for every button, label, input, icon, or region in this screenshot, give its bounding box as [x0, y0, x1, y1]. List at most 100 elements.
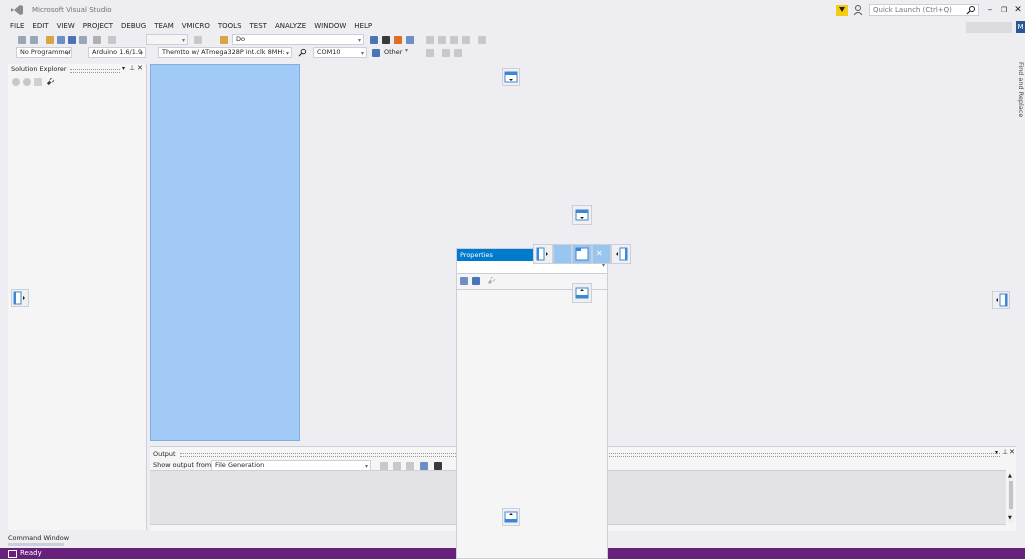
- notification-flag-icon[interactable]: [836, 5, 848, 16]
- dock-top-icon: [575, 209, 589, 221]
- class-view-icon[interactable]: [406, 36, 414, 44]
- compass-tab-right[interactable]: ✕: [592, 244, 611, 264]
- user-account-area[interactable]: [966, 22, 1012, 33]
- menu-view[interactable]: VIEW: [57, 21, 80, 32]
- compass-tab-left[interactable]: [553, 244, 572, 264]
- menu-file[interactable]: FILE: [10, 21, 29, 32]
- home-icon[interactable]: [34, 78, 42, 86]
- dock-right-icon: [616, 247, 628, 261]
- clear-all-icon[interactable]: [420, 462, 428, 470]
- menu-window[interactable]: WINDOW: [314, 21, 351, 32]
- properties-title-bar[interactable]: Properties: [457, 249, 535, 261]
- menu-edit[interactable]: EDIT: [32, 21, 53, 32]
- breakpoint-icon[interactable]: [462, 36, 470, 44]
- categorized-icon[interactable]: [460, 277, 468, 285]
- dock-guide-right[interactable]: [992, 291, 1010, 309]
- wrench-icon[interactable]: [487, 276, 496, 285]
- debug-icon[interactable]: [442, 49, 450, 57]
- magnifier-icon[interactable]: [298, 48, 307, 57]
- command-window-tab-underline: [8, 543, 64, 546]
- quick-launch-input[interactable]: [869, 4, 979, 16]
- panel-grip[interactable]: [70, 69, 120, 73]
- solution-explorer-icon[interactable]: [370, 36, 378, 44]
- back-icon[interactable]: [12, 78, 20, 86]
- forward-icon[interactable]: [30, 36, 38, 44]
- menu-vmicro[interactable]: VMICRO: [182, 21, 215, 32]
- new-project-icon[interactable]: [46, 36, 54, 44]
- dock-tabbed-icon: [575, 247, 589, 261]
- back-icon[interactable]: [18, 36, 26, 44]
- close-icon: ✕: [596, 249, 603, 258]
- debug-step-icon[interactable]: [438, 36, 446, 44]
- programmer-value: No Programmer: [20, 48, 72, 56]
- compass-left[interactable]: [533, 244, 553, 264]
- upload-icon[interactable]: [450, 36, 458, 44]
- dock-guide-top[interactable]: [502, 68, 520, 86]
- menu-test[interactable]: TEST: [250, 21, 272, 32]
- find-and-replace-tab[interactable]: Find and Replace: [1017, 62, 1025, 122]
- build-config-combo[interactable]: ▾: [146, 34, 188, 45]
- dock-right-icon: [996, 293, 1008, 307]
- dock-top-icon: [504, 71, 518, 83]
- word-wrap-icon[interactable]: [434, 462, 442, 470]
- programmer-combo[interactable]: No Programmer ▾: [16, 47, 72, 58]
- output-scrollbar[interactable]: ▲ ▼: [1008, 473, 1014, 523]
- arduino-version-combo[interactable]: Arduino 1.6/1.9 ▾: [88, 47, 146, 58]
- alphabetical-icon[interactable]: [472, 277, 480, 285]
- menu-help[interactable]: HELP: [354, 21, 377, 32]
- close-icon[interactable]: ✕: [137, 64, 143, 72]
- find-combo[interactable]: Do ▾: [232, 34, 364, 45]
- pin-icon[interactable]: ⊥: [129, 64, 135, 72]
- find-message-icon[interactable]: [380, 462, 388, 470]
- menu-debug[interactable]: DEBUG: [121, 21, 151, 32]
- open-icon[interactable]: [79, 36, 87, 44]
- forward-icon[interactable]: [23, 78, 31, 86]
- dock-guide-bottom[interactable]: [502, 508, 520, 526]
- compass-bottom[interactable]: [572, 283, 592, 303]
- panel-options-icon[interactable]: ▾: [122, 65, 125, 72]
- pin-icon[interactable]: ⊥: [1002, 448, 1008, 456]
- menu-analyze[interactable]: ANALYZE: [275, 21, 311, 32]
- scroll-up-icon[interactable]: ▲: [1008, 473, 1012, 479]
- board-combo[interactable]: Themtto w/ ATmega328P int.clk 8MH: ▾: [158, 47, 292, 58]
- restore-button[interactable]: ❐: [998, 4, 1010, 16]
- dock-guide-left[interactable]: [11, 289, 29, 307]
- close-button[interactable]: ✕: [1012, 4, 1024, 16]
- settings-gear-icon[interactable]: [426, 49, 434, 57]
- feedback-icon[interactable]: [852, 4, 864, 16]
- port-combo[interactable]: COM10 ▾: [313, 47, 367, 58]
- compass-center[interactable]: [572, 244, 592, 264]
- find-icon[interactable]: [220, 36, 228, 44]
- redo-icon[interactable]: [108, 36, 116, 44]
- compass-right[interactable]: [611, 244, 631, 264]
- other-dropdown-icon[interactable]: ▾: [405, 47, 408, 54]
- scroll-down-icon[interactable]: ▼: [1008, 515, 1012, 521]
- output-title: Output: [153, 450, 176, 458]
- output-options-icon[interactable]: ▾: [995, 449, 998, 456]
- undo-icon[interactable]: [93, 36, 101, 44]
- find-in-files-icon[interactable]: [194, 36, 202, 44]
- other-menu[interactable]: Other: [384, 48, 402, 56]
- command-window-tab[interactable]: Command Window: [8, 534, 69, 542]
- properties-icon[interactable]: [382, 36, 390, 44]
- menu-bar: FILE EDIT VIEW PROJECT DEBUG TEAM VMICRO…: [0, 21, 380, 32]
- save-icon[interactable]: [57, 36, 65, 44]
- scroll-thumb[interactable]: [1009, 481, 1013, 509]
- menu-team[interactable]: TEAM: [154, 21, 179, 32]
- save-all-icon[interactable]: [68, 36, 76, 44]
- menu-project[interactable]: PROJECT: [83, 21, 118, 32]
- comment-icon[interactable]: [478, 36, 486, 44]
- previous-message-icon[interactable]: [393, 462, 401, 470]
- close-icon[interactable]: ✕: [1009, 448, 1015, 456]
- toolbox-icon[interactable]: [394, 36, 402, 44]
- wrench-icon[interactable]: [46, 77, 55, 86]
- serial-monitor-icon[interactable]: [372, 49, 380, 57]
- arduino-version-value: Arduino 1.6/1.9: [92, 48, 143, 56]
- next-message-icon[interactable]: [406, 462, 414, 470]
- user-avatar[interactable]: M: [1016, 21, 1025, 33]
- start-icon[interactable]: [426, 36, 434, 44]
- minimize-button[interactable]: –: [984, 4, 996, 16]
- compass-top[interactable]: [572, 205, 592, 225]
- menu-tools[interactable]: TOOLS: [218, 21, 247, 32]
- reset-icon[interactable]: [454, 49, 462, 57]
